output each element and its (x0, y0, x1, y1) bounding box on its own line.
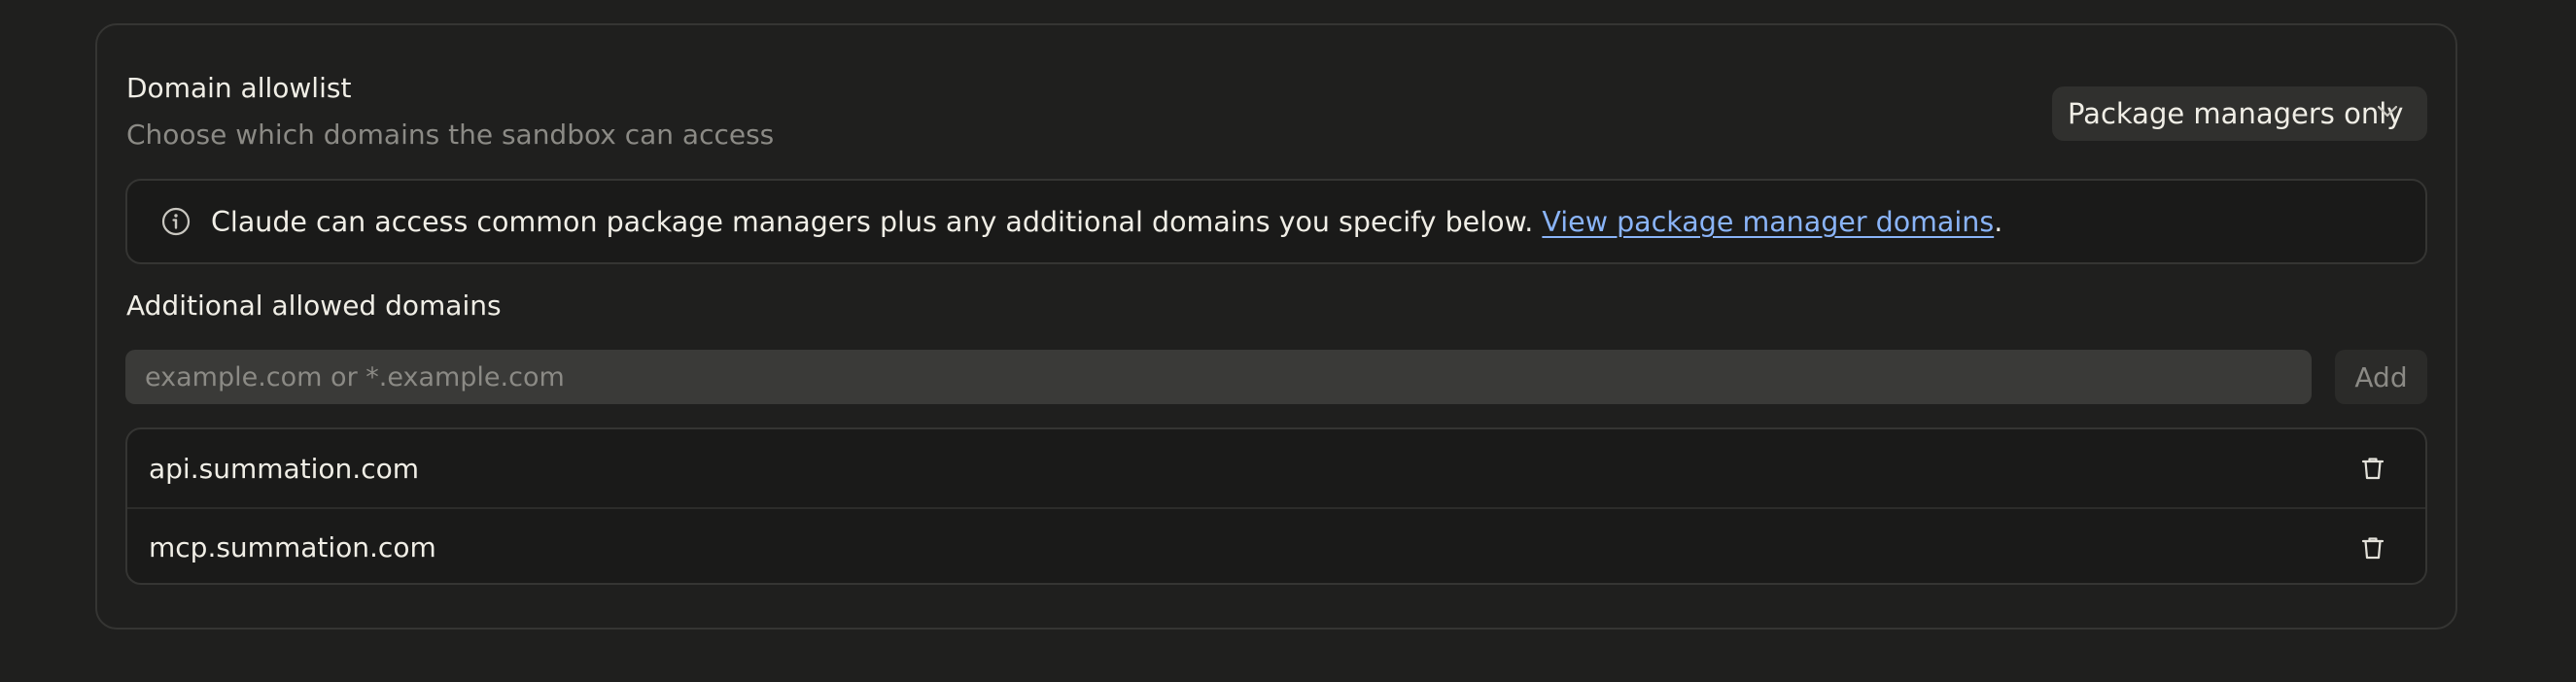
dropdown-selected-value: Package managers only (2068, 97, 2404, 130)
chevron-down-icon (2377, 105, 2398, 118)
section-subtitle: Choose which domains the sandbox can acc… (126, 119, 775, 151)
domain-name: api.summation.com (149, 452, 419, 485)
section-title: Domain allowlist (126, 72, 352, 104)
domain-name: mcp.summation.com (149, 530, 436, 563)
additional-domains-heading: Additional allowed domains (126, 290, 502, 322)
info-banner: Claude can access common package manager… (125, 179, 2427, 264)
add-domain-button[interactable]: Add (2335, 350, 2427, 404)
network-access-dropdown[interactable]: Package managers only (2052, 86, 2427, 141)
trash-icon[interactable] (2359, 455, 2386, 482)
info-icon (161, 207, 191, 236)
allowed-domains-list: api.summation.com mcp.summation.com (125, 427, 2427, 585)
domain-list-item: api.summation.com (127, 429, 2425, 507)
domain-list-item: mcp.summation.com (127, 507, 2425, 583)
info-text: Claude can access common package manager… (211, 205, 1543, 238)
info-trailing-period: . (1994, 205, 2003, 238)
view-package-manager-domains-link[interactable]: View package manager domains (1542, 206, 1994, 238)
domain-input[interactable] (125, 350, 2312, 404)
trash-icon[interactable] (2359, 534, 2386, 562)
